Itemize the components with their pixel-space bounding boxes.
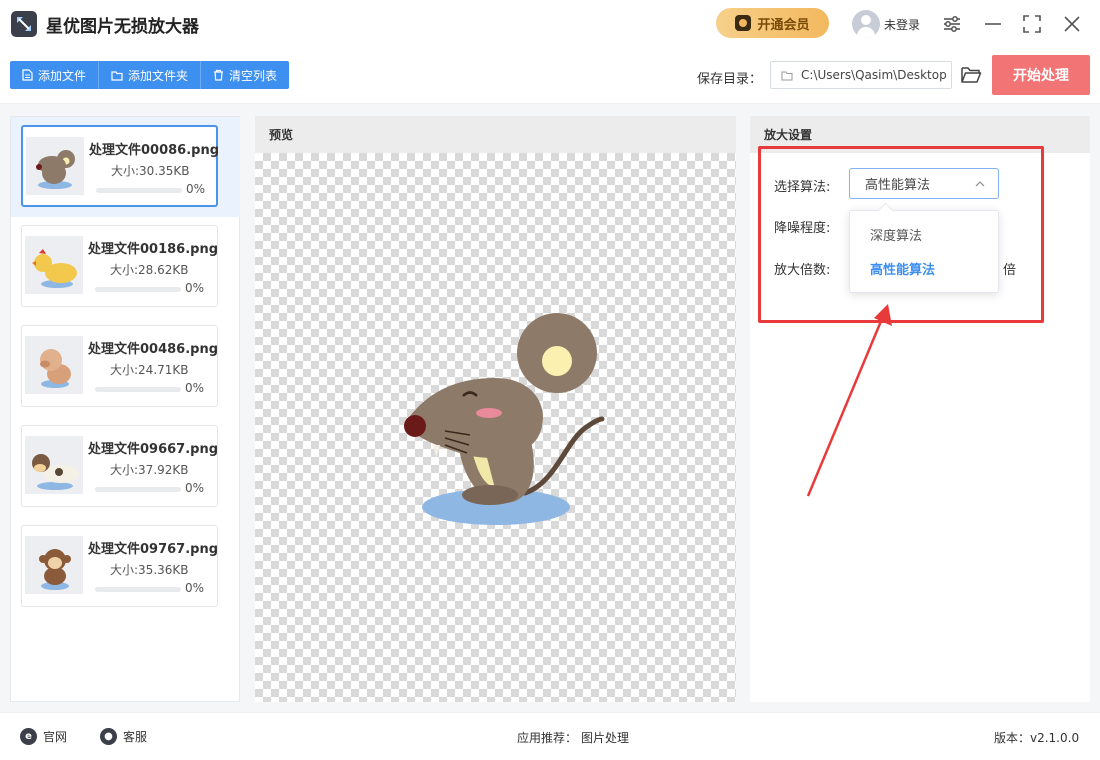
file-name: 处理文件09667.png — [88, 442, 219, 457]
file-list-item[interactable]: 处理文件00486.png 大小:24.71KB 0% — [21, 325, 218, 407]
support-link[interactable]: ● 客服 — [100, 728, 147, 745]
scale-label: 放大倍数: — [774, 263, 831, 278]
file-progress-percent: 0% — [186, 182, 206, 196]
file-thumbnail — [25, 236, 83, 294]
file-progress-percent: 0% — [185, 581, 205, 595]
trash-icon — [214, 69, 224, 81]
clear-list-button[interactable]: 清空列表 — [201, 61, 290, 89]
browse-folder-icon[interactable] — [960, 65, 982, 85]
file-progress-bar — [95, 287, 181, 292]
clear-list-label: 清空列表 — [229, 68, 278, 83]
settings-header: 放大设置 — [750, 116, 1090, 153]
chevron-up-icon — [975, 181, 985, 187]
file-list-item[interactable]: 处理文件09767.png 大小:35.36KB 0% — [21, 525, 218, 607]
app-title: 星优图片无损放大器 — [46, 17, 199, 37]
close-icon[interactable] — [1061, 13, 1083, 35]
file-size: 大小:37.92KB — [110, 463, 189, 477]
settings-sliders-icon[interactable] — [941, 13, 963, 35]
preview-panel: 预览 — [255, 116, 736, 702]
file-icon — [22, 69, 33, 81]
add-folder-button[interactable]: 添加文件夹 — [99, 61, 202, 89]
website-icon: e — [20, 728, 37, 745]
chat-icon: ● — [100, 728, 117, 745]
algo-select[interactable]: 高性能算法 — [849, 168, 999, 199]
preview-canvas — [255, 153, 736, 702]
add-file-button[interactable]: 添加文件 — [10, 61, 100, 89]
minimize-icon[interactable] — [982, 13, 1004, 35]
file-thumbnail — [25, 336, 83, 394]
save-dir-label: 保存目录： — [697, 72, 763, 87]
vip-button[interactable]: 开通会员 — [716, 8, 829, 38]
version-text: 版本：v2.1.0.0 — [994, 731, 1080, 745]
algo-option-performance[interactable]: 高性能算法 — [850, 251, 998, 285]
website-label: 官网 — [43, 730, 68, 744]
scale-unit: 倍 — [1003, 263, 1017, 278]
file-list-item[interactable]: 处理文件00186.png 大小:28.62KB 0% — [21, 225, 218, 307]
folder-icon — [111, 70, 123, 81]
support-label: 客服 — [123, 730, 148, 744]
annotation-arrow — [806, 304, 892, 497]
file-progress-bar — [95, 487, 181, 492]
file-list: 处理文件00086.png 大小:30.35KB 0% 处理文件00186.png 大小… — [10, 116, 240, 702]
add-file-label: 添加文件 — [38, 68, 87, 83]
noise-label: 降噪程度: — [774, 221, 831, 236]
website-link[interactable]: e 官网 — [20, 728, 67, 745]
start-processing-button[interactable]: 开始处理 — [992, 55, 1090, 95]
title-bar: 星优图片无损放大器 开通会员 未登录 — [0, 0, 1100, 48]
file-name: 处理文件00486.png — [88, 342, 219, 357]
file-actions: 添加文件 添加文件夹 清空列表 — [10, 61, 290, 89]
file-name: 处理文件09767.png — [88, 542, 219, 557]
maximize-icon[interactable] — [1021, 13, 1043, 35]
file-progress-percent: 0% — [185, 281, 205, 295]
file-size: 大小:28.62KB — [110, 263, 189, 277]
app-logo-icon — [11, 11, 37, 37]
mouse-preview-image — [404, 313, 605, 525]
algo-option-deep[interactable]: 深度算法 — [850, 217, 998, 251]
save-dir-value: C:\Users\Qasim\Desktop — [801, 68, 947, 82]
algo-label: 选择算法: — [774, 180, 831, 195]
file-size: 大小:24.71KB — [110, 363, 189, 377]
file-name: 处理文件00086.png — [89, 143, 220, 158]
vip-label: 开通会员 — [757, 17, 810, 33]
footer: e 官网 ● 客服 应用推荐： 图片处理 版本：v2.1.0.0 — [0, 712, 1100, 760]
file-thumbnail — [25, 536, 83, 594]
file-progress-percent: 0% — [185, 381, 205, 395]
file-size: 大小:30.35KB — [111, 164, 190, 178]
algo-dropdown: 深度算法 高性能算法 — [849, 210, 999, 293]
folder-icon — [781, 71, 793, 80]
add-folder-label: 添加文件夹 — [128, 68, 189, 83]
file-list-item[interactable]: 处理文件00086.png 大小:30.35KB 0% — [21, 125, 220, 207]
file-list-item[interactable]: 处理文件09667.png 大小:37.92KB 0% — [21, 425, 218, 507]
avatar[interactable] — [852, 10, 880, 38]
file-progress-percent: 0% — [185, 481, 205, 495]
file-thumbnail — [26, 137, 84, 195]
save-dir-field[interactable]: C:\Users\Qasim\Desktop — [770, 61, 952, 89]
vip-icon — [735, 15, 752, 31]
preview-header: 预览 — [255, 116, 736, 153]
recommend-label: 应用推荐： — [517, 731, 578, 745]
algo-selected-value: 高性能算法 — [865, 178, 931, 193]
file-progress-bar — [95, 587, 181, 592]
file-thumbnail — [25, 436, 83, 494]
file-name: 处理文件00186.png — [88, 242, 219, 257]
login-status[interactable]: 未登录 — [884, 16, 920, 33]
file-progress-bar — [95, 387, 181, 392]
file-size: 大小:35.36KB — [110, 563, 189, 577]
recommend-link[interactable]: 图片处理 — [581, 729, 629, 746]
file-progress-bar — [96, 188, 182, 193]
